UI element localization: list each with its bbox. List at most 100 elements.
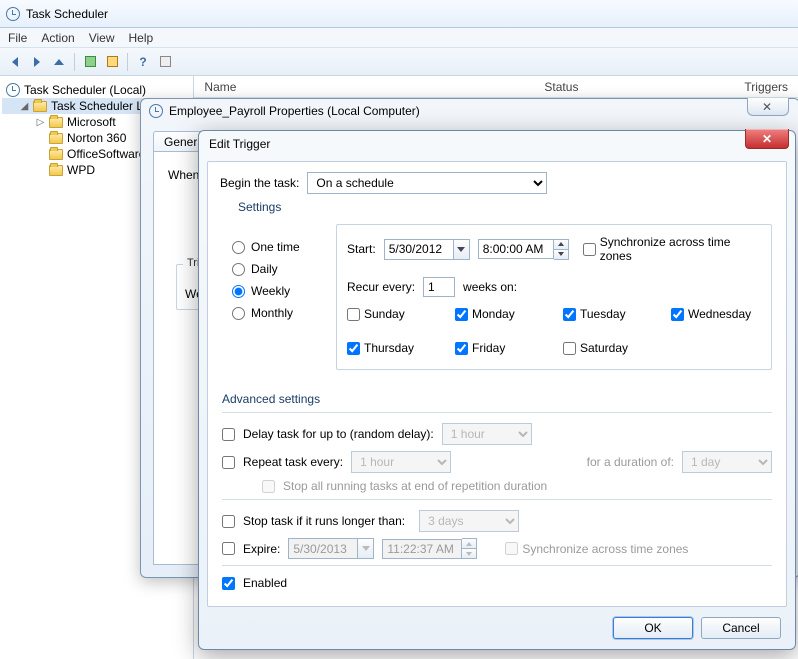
separator <box>74 53 75 71</box>
properties-title: Employee_Payroll Properties (Local Compu… <box>169 104 420 118</box>
radio-weekly[interactable] <box>232 285 245 298</box>
col-status[interactable]: Status <box>544 80 604 94</box>
toolbar: ? <box>0 48 798 76</box>
tree-item-label: OfficeSoftware <box>67 147 145 161</box>
menu-action[interactable]: Action <box>41 31 74 45</box>
expire-checkbox[interactable] <box>222 542 235 555</box>
schedule-type-radios: One time Daily Weekly Monthly <box>232 232 332 328</box>
action-icon-1[interactable] <box>81 53 99 71</box>
recur-suffix: weeks on: <box>463 280 517 294</box>
stop-rep-label: Stop all running tasks at end of repetit… <box>283 479 547 493</box>
menu-view[interactable]: View <box>89 31 115 45</box>
cancel-button[interactable]: Cancel <box>701 617 781 639</box>
help-button[interactable]: ? <box>134 53 152 71</box>
col-triggers[interactable]: Triggers <box>744 80 788 94</box>
delay-checkbox[interactable] <box>222 428 235 441</box>
expire-time-input <box>382 539 462 559</box>
advanced-settings: Advanced settings Delay task for up to (… <box>222 388 772 596</box>
date-dropdown-icon[interactable] <box>453 240 469 259</box>
radio-one-time[interactable] <box>232 241 245 254</box>
back-button[interactable] <box>6 53 24 71</box>
stop-rep-checkbox <box>262 480 275 493</box>
properties-close-button[interactable]: ✕ <box>747 98 789 116</box>
dialog-buttons: OK Cancel <box>613 617 781 639</box>
divider <box>222 499 772 500</box>
duration-select: 1 day <box>682 451 772 473</box>
day-thursday-label: Thursday <box>364 341 414 355</box>
square-green-icon <box>85 56 96 67</box>
forward-button[interactable] <box>28 53 46 71</box>
chevron-down-icon <box>457 247 465 252</box>
spin-down-icon <box>558 252 564 256</box>
radio-monthly[interactable] <box>232 307 245 320</box>
duration-label: for a duration of: <box>587 455 674 469</box>
action-icon-2[interactable] <box>103 53 121 71</box>
edit-trigger-title: Edit Trigger <box>209 137 270 151</box>
day-tuesday[interactable] <box>563 308 576 321</box>
enabled-label: Enabled <box>243 576 287 590</box>
expire-date-input <box>289 539 357 558</box>
menubar: File Action View Help <box>0 28 798 48</box>
radio-daily-label: Daily <box>251 262 278 276</box>
arrow-right-icon <box>34 57 40 67</box>
radio-daily[interactable] <box>232 263 245 276</box>
stop-long-checkbox[interactable] <box>222 515 235 528</box>
day-monday-label: Monday <box>472 307 515 321</box>
edit-trigger-titlebar[interactable]: Edit Trigger <box>199 131 795 157</box>
menu-help[interactable]: Help <box>129 31 154 45</box>
radio-weekly-label: Weekly <box>251 284 290 298</box>
sync-tz-checkbox[interactable] <box>583 243 596 256</box>
ok-button[interactable]: OK <box>613 617 693 639</box>
folder-icon <box>33 101 47 112</box>
delay-label: Delay task for up to (random delay): <box>243 427 434 441</box>
clock-icon <box>6 83 20 97</box>
day-saturday[interactable] <box>563 342 576 355</box>
day-monday[interactable] <box>455 308 468 321</box>
day-thursday[interactable] <box>347 342 360 355</box>
cancel-label: Cancel <box>722 621 759 635</box>
up-button[interactable] <box>50 53 68 71</box>
recur-input[interactable] <box>423 277 455 297</box>
edit-body: Begin the task: On a schedule Settings O… <box>207 161 787 607</box>
date-dropdown-icon <box>357 539 373 558</box>
folder-icon <box>49 149 63 160</box>
expander-icon[interactable]: ▷ <box>36 118 45 127</box>
help-icon: ? <box>139 55 146 69</box>
start-time-input[interactable] <box>478 239 554 259</box>
delay-select: 1 hour <box>442 423 532 445</box>
day-sunday[interactable] <box>347 308 360 321</box>
menu-file[interactable]: File <box>8 31 27 45</box>
close-icon: ✕ <box>762 100 774 114</box>
start-date-input[interactable] <box>385 240 453 259</box>
begin-task-select[interactable]: On a schedule <box>307 172 547 194</box>
stop-long-label: Stop task if it runs longer than: <box>243 514 405 528</box>
expander-icon[interactable]: ◢ <box>20 102 29 111</box>
radio-monthly-label: Monthly <box>251 306 293 320</box>
expire-sync-checkbox <box>505 542 518 555</box>
time-spinner[interactable] <box>554 239 569 260</box>
day-tuesday-label: Tuesday <box>580 307 626 321</box>
square-icon <box>107 56 118 67</box>
enabled-checkbox[interactable] <box>222 577 235 590</box>
time-spinner <box>462 538 477 559</box>
app-icon <box>6 7 20 21</box>
stop-long-select: 3 days <box>419 510 519 532</box>
properties-titlebar[interactable]: Employee_Payroll Properties (Local Compu… <box>141 99 798 123</box>
repeat-checkbox[interactable] <box>222 456 235 469</box>
separator <box>127 53 128 71</box>
day-wednesday[interactable] <box>671 308 684 321</box>
tree-item-label: Norton 360 <box>67 131 126 145</box>
tree-root[interactable]: Task Scheduler (Local) <box>2 82 191 98</box>
spin-up-icon <box>466 542 472 546</box>
col-name[interactable]: Name <box>204 80 404 94</box>
radio-one-time-label: One time <box>251 240 300 254</box>
start-date-field[interactable] <box>384 239 470 260</box>
days-of-week: Sunday Monday Tuesday Wednesday Thursday… <box>347 307 761 355</box>
folder-icon <box>49 165 63 176</box>
tree-item-label: Microsoft <box>67 115 116 129</box>
edit-close-button[interactable]: ✕ <box>745 129 789 149</box>
begin-task-label: Begin the task: <box>220 176 299 190</box>
day-friday[interactable] <box>455 342 468 355</box>
columns-button[interactable] <box>156 53 174 71</box>
day-sunday-label: Sunday <box>364 307 405 321</box>
